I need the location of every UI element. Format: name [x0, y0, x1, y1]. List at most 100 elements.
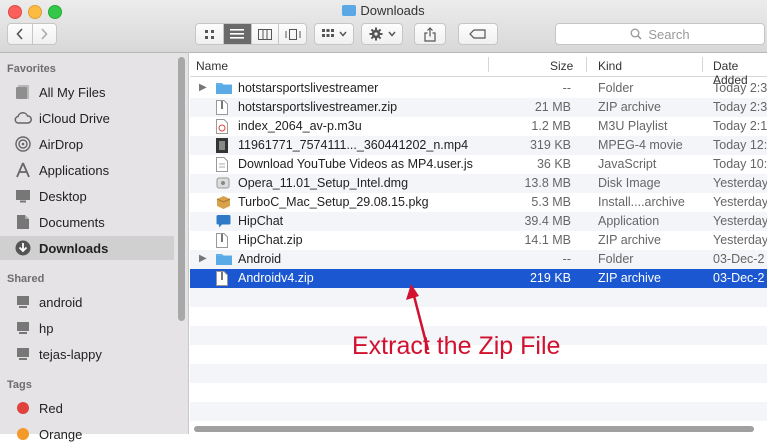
gear-icon	[369, 27, 382, 41]
tags-button[interactable]	[458, 23, 498, 45]
share-icon	[424, 26, 436, 42]
file-name: Download YouTube Videos as MP4.user.js	[238, 157, 473, 171]
sidebar-scrollbar[interactable]	[178, 57, 185, 321]
tag-color-dot-icon	[14, 399, 32, 417]
file-row[interactable]: TurboC_Mac_Setup_29.08.15.pkg 5.3 MB Insta…	[190, 193, 767, 212]
file-kind: Folder	[598, 252, 634, 266]
sidebar-item-android[interactable]: android	[0, 290, 174, 314]
computer-icon	[14, 345, 32, 363]
file-date-added: Today 12:	[713, 138, 767, 152]
movie-icon	[216, 138, 230, 153]
sidebar-heading-tags: Tags	[7, 379, 32, 391]
file-kind: Disk Image	[598, 176, 661, 190]
file-date-added: 03-Dec-2	[713, 252, 765, 266]
sidebar-item-hp[interactable]: hp	[0, 316, 174, 340]
sidebar-item-all-my-files[interactable]: All My Files	[0, 80, 174, 104]
file-kind: Folder	[598, 81, 634, 95]
coverflow-view-button[interactable]	[279, 24, 306, 44]
file-row[interactable]: hotstarsportslivestreamer.zip 21 MB ZIP ar…	[190, 98, 767, 117]
empty-row	[190, 307, 767, 326]
list-view-button[interactable]	[223, 24, 252, 44]
column-divider[interactable]	[586, 57, 587, 72]
file-row[interactable]: Opera_11.01_Setup_Intel.dmg 13.8 MB Disk I…	[190, 174, 767, 193]
disclosure-triangle-icon[interactable]: ▶	[199, 253, 207, 264]
sidebar-item-label: android	[39, 294, 83, 310]
column-header-bar: Name Size Kind Date Added	[190, 53, 767, 87]
sidebar-item-label: All My Files	[39, 84, 106, 100]
file-name: Androidv4.zip	[238, 271, 314, 285]
file-name: HipChat.zip	[238, 233, 303, 247]
column-view-button[interactable]	[251, 24, 280, 44]
file-row[interactable]: 11961771_7574111..._360441202_n.mp4 319 K…	[190, 136, 767, 155]
window-title: Downloads	[0, 3, 767, 18]
column-header-name[interactable]: Name	[196, 59, 228, 73]
sidebar-item-applications[interactable]: Applications	[0, 158, 174, 182]
disk-image-icon	[216, 176, 230, 191]
file-date-added: 03-Dec-2	[713, 271, 765, 285]
arrange-button[interactable]	[314, 23, 354, 45]
sidebar-item-tag-red[interactable]: Red	[0, 396, 174, 420]
column-divider[interactable]	[702, 57, 703, 72]
file-size: 39.4 MB	[524, 214, 571, 228]
file-row[interactable]: Download YouTube Videos as MP4.user.js 36…	[190, 155, 767, 174]
sidebar-item-downloads[interactable]: Downloads	[0, 236, 174, 260]
sidebar-item-label: iCloud Drive	[39, 110, 110, 126]
view-mode-control	[195, 23, 307, 45]
file-row[interactable]: ▶ Android -- Folder 03-Dec-2	[190, 250, 767, 269]
sidebar-item-documents[interactable]: Documents	[0, 210, 174, 234]
icon-view-button[interactable]	[196, 24, 224, 44]
file-row[interactable]: HipChat 39.4 MB Application Yesterday	[190, 212, 767, 231]
window-toolbar: Downloads Search	[0, 0, 767, 53]
file-kind: Install....archive	[598, 195, 685, 209]
back-forward-control	[7, 23, 57, 45]
column-header-size[interactable]: Size	[550, 59, 573, 73]
sidebar-item-label: AirDrop	[39, 136, 84, 152]
disclosure-triangle-icon[interactable]: ▶	[199, 82, 207, 93]
file-row[interactable]: HipChat.zip 14.1 MB ZIP archive Yesterday	[190, 231, 767, 250]
cloud-icon	[14, 109, 32, 127]
file-size: 219 KB	[529, 271, 571, 285]
column-header-kind[interactable]: Kind	[598, 59, 622, 73]
downloads-icon	[14, 239, 32, 257]
sidebar-item-desktop[interactable]: Desktop	[0, 184, 174, 208]
back-button[interactable]	[8, 24, 33, 44]
coverflow-icon	[285, 28, 301, 40]
all-files-icon	[14, 83, 32, 101]
file-kind: M3U Playlist	[598, 119, 668, 133]
file-row[interactable]: index_2064_av-p.m3u 1.2 MB M3U Playlist Tod…	[190, 117, 767, 136]
file-date-added: Today 2:3	[713, 81, 767, 95]
horizontal-scrollbar[interactable]	[194, 426, 754, 432]
grid-icon	[204, 29, 214, 39]
package-icon	[216, 195, 231, 210]
sidebar-item-icloud-drive[interactable]: iCloud Drive	[0, 106, 174, 130]
downloads-folder-icon	[342, 5, 357, 16]
empty-row	[190, 364, 767, 383]
tag-color-dot-icon	[14, 425, 32, 443]
search-field[interactable]: Search	[555, 23, 765, 45]
file-size: 1.2 MB	[531, 119, 571, 133]
file-row[interactable]: ▶ hotstarsportslivestreamer -- Folder Today …	[190, 79, 767, 98]
arrange-icon	[321, 29, 334, 37]
action-button[interactable]	[361, 23, 403, 45]
chevron-down-icon	[387, 31, 396, 37]
sidebar-item-tag-orange[interactable]: Orange	[0, 422, 174, 446]
script-icon	[216, 157, 230, 172]
file-name: Opera_11.01_Setup_Intel.dmg	[238, 176, 409, 190]
forward-button[interactable]	[32, 24, 56, 44]
file-kind: JavaScript	[598, 157, 657, 171]
column-divider[interactable]	[488, 57, 489, 72]
sidebar-item-airdrop[interactable]: AirDrop	[0, 132, 174, 156]
folder-icon	[216, 252, 232, 267]
file-size: 14.1 MB	[524, 233, 571, 247]
file-row[interactable]: Androidv4.zip 219 KB ZIP archive 03-Dec-2	[190, 269, 767, 288]
columns-icon	[257, 28, 272, 40]
share-button[interactable]	[414, 23, 446, 45]
computer-icon	[14, 293, 32, 311]
file-date-added: Yesterday	[713, 176, 767, 190]
sidebar-item-label: Desktop	[39, 188, 87, 204]
file-size: --	[562, 252, 571, 266]
computer-icon	[14, 319, 32, 337]
file-name: TurboC_Mac_Setup_29.08.15.pkg	[238, 195, 429, 209]
sidebar-item-label: Documents	[39, 214, 105, 230]
sidebar-item-tejas-lappy[interactable]: tejas-lappy	[0, 342, 174, 366]
